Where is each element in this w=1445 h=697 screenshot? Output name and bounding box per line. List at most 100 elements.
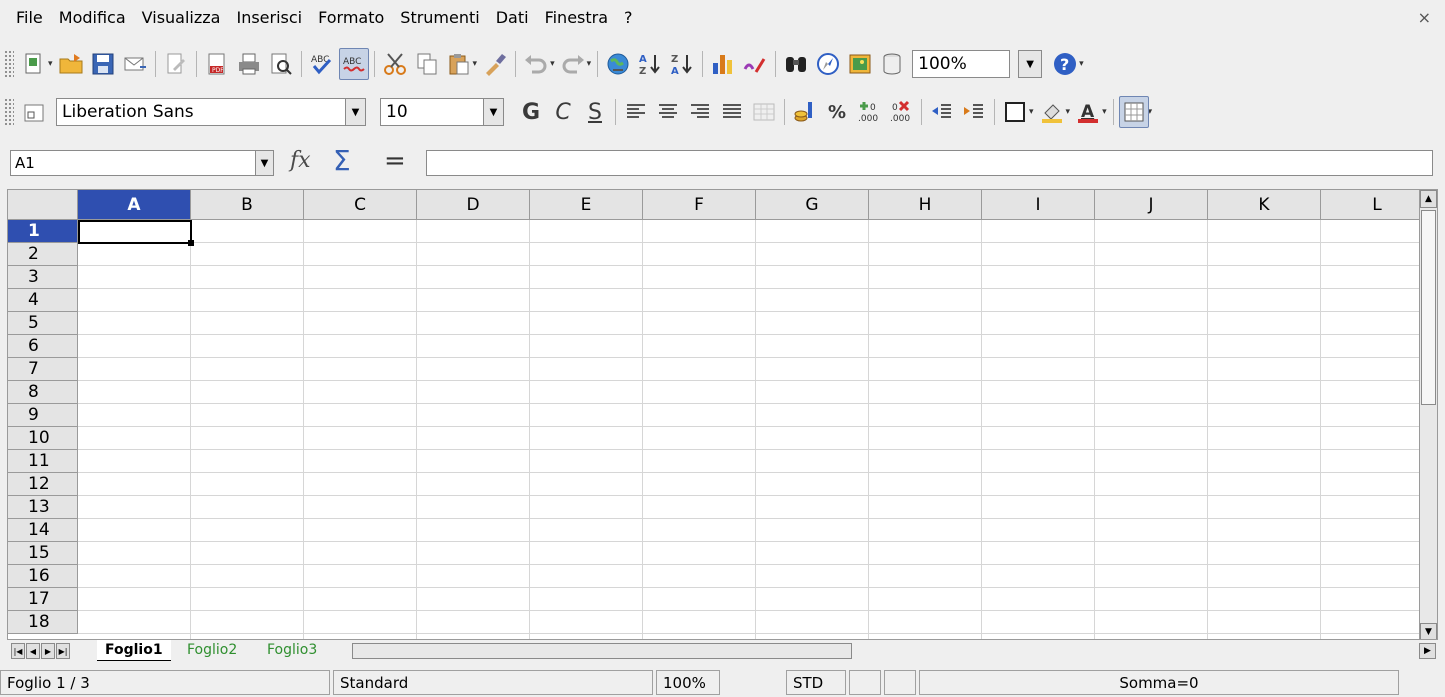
add-decimal-icon[interactable]: 0.000: [854, 96, 884, 128]
select-all-corner[interactable]: [8, 190, 78, 220]
insert-chart-icon[interactable]: [708, 48, 738, 80]
menu-strumenti[interactable]: Strumenti: [392, 0, 487, 36]
email-icon[interactable]: [120, 48, 150, 80]
cut-icon[interactable]: [380, 48, 410, 80]
active-cell-cursor[interactable]: [78, 220, 192, 244]
status-signature[interactable]: [884, 670, 916, 695]
bold-button[interactable]: G: [516, 96, 546, 128]
autospellcheck-icon[interactable]: ABC: [338, 48, 369, 80]
row-header[interactable]: 6: [8, 335, 78, 358]
row-header[interactable]: 12: [8, 473, 78, 496]
redo-icon[interactable]: [558, 48, 588, 80]
chevron-down-icon[interactable]: ▼: [483, 99, 503, 125]
draw-functions-icon[interactable]: [740, 48, 770, 80]
toolbar-grip[interactable]: [4, 50, 14, 78]
find-replace-icon[interactable]: [781, 48, 811, 80]
align-right-icon[interactable]: [685, 96, 715, 128]
row-header[interactable]: 9: [8, 404, 78, 427]
menu-visualizza[interactable]: Visualizza: [134, 0, 229, 36]
row-header[interactable]: 4: [8, 289, 78, 312]
sum-icon[interactable]: Σ: [333, 144, 351, 177]
gallery-icon[interactable]: [845, 48, 875, 80]
row-header[interactable]: 7: [8, 358, 78, 381]
zoom-combo[interactable]: 100%: [912, 50, 1011, 78]
percent-format-button[interactable]: %: [822, 96, 852, 128]
decrease-indent-icon[interactable]: [927, 96, 957, 128]
increase-indent-icon[interactable]: [959, 96, 989, 128]
chevron-down-icon[interactable]: ▼: [345, 99, 365, 125]
print-preview-icon[interactable]: [266, 48, 296, 80]
copy-icon[interactable]: [412, 48, 442, 80]
chevron-down-icon[interactable]: ▼: [255, 151, 273, 175]
prev-sheet-icon[interactable]: ◀: [26, 643, 40, 659]
zoom-status[interactable]: 100%: [656, 670, 720, 695]
justify-icon[interactable]: [717, 96, 747, 128]
row-header[interactable]: 1: [8, 220, 78, 243]
help-icon[interactable]: ?: [1050, 48, 1080, 80]
page-style[interactable]: Standard: [333, 670, 653, 695]
row-header[interactable]: 11: [8, 450, 78, 473]
column-header[interactable]: J: [1095, 190, 1208, 220]
menu-dati[interactable]: Dati: [488, 0, 537, 36]
menu-help[interactable]: ?: [616, 0, 641, 36]
align-center-icon[interactable]: [653, 96, 683, 128]
function-wizard-icon[interactable]: fx: [290, 148, 311, 173]
vertical-scrollbar[interactable]: ▲ ▼: [1419, 190, 1437, 639]
align-left-icon[interactable]: [621, 96, 651, 128]
row-header[interactable]: 10: [8, 427, 78, 450]
scroll-thumb[interactable]: [1421, 210, 1436, 405]
navigator-icon[interactable]: [813, 48, 843, 80]
formula-input[interactable]: [426, 150, 1433, 176]
column-header[interactable]: K: [1208, 190, 1321, 220]
export-pdf-icon[interactable]: PDF: [202, 48, 232, 80]
hyperlink-icon[interactable]: [603, 48, 633, 80]
last-sheet-icon[interactable]: ▶|: [56, 643, 70, 659]
italic-button[interactable]: C: [548, 96, 578, 128]
next-sheet-icon[interactable]: ▶: [41, 643, 55, 659]
font-size-combo[interactable]: 10 ▼: [380, 98, 504, 126]
fill-handle[interactable]: [188, 240, 194, 246]
grid-lines-icon[interactable]: [1118, 96, 1149, 128]
column-header[interactable]: H: [869, 190, 982, 220]
row-header[interactable]: 18: [8, 611, 78, 634]
merge-cells-icon[interactable]: [749, 96, 779, 128]
zoom-dropdown-button[interactable]: ▼: [1018, 50, 1043, 78]
column-header[interactable]: G: [756, 190, 869, 220]
row-header[interactable]: 2: [8, 243, 78, 266]
sort-ascending-icon[interactable]: AZ: [635, 48, 665, 80]
paste-icon[interactable]: [444, 48, 474, 80]
sort-descending-icon[interactable]: ZA: [667, 48, 697, 80]
menu-inserisci[interactable]: Inserisci: [228, 0, 310, 36]
row-header[interactable]: 13: [8, 496, 78, 519]
selection-mode[interactable]: STD: [786, 670, 846, 695]
column-header[interactable]: D: [417, 190, 530, 220]
horizontal-scrollbar[interactable]: [352, 643, 852, 659]
row-header[interactable]: 14: [8, 519, 78, 542]
name-box[interactable]: A1 ▼: [10, 150, 274, 176]
row-header[interactable]: 17: [8, 588, 78, 611]
menu-finestra[interactable]: Finestra: [537, 0, 616, 36]
row-header[interactable]: 8: [8, 381, 78, 404]
column-header[interactable]: F: [643, 190, 756, 220]
toolbar-grip[interactable]: [4, 98, 14, 126]
scroll-up-icon[interactable]: ▲: [1420, 190, 1437, 208]
column-header[interactable]: C: [304, 190, 417, 220]
row-header[interactable]: 15: [8, 542, 78, 565]
row-header[interactable]: 16: [8, 565, 78, 588]
sheet-tab-foglio3[interactable]: Foglio3: [259, 640, 325, 661]
row-header[interactable]: 5: [8, 312, 78, 335]
menu-formato[interactable]: Formato: [310, 0, 392, 36]
column-header[interactable]: B: [191, 190, 304, 220]
close-document-icon[interactable]: ×: [1418, 8, 1431, 27]
scroll-down-icon[interactable]: ▼: [1420, 623, 1437, 639]
edit-file-icon[interactable]: [161, 48, 191, 80]
background-color-icon[interactable]: [1037, 96, 1067, 128]
column-header[interactable]: A: [78, 190, 191, 220]
underline-button[interactable]: S: [580, 96, 610, 128]
font-color-icon[interactable]: A: [1073, 96, 1103, 128]
column-header[interactable]: L: [1321, 190, 1434, 220]
font-name-combo[interactable]: Liberation Sans ▼: [56, 98, 366, 126]
undo-icon[interactable]: [521, 48, 551, 80]
column-header[interactable]: E: [530, 190, 643, 220]
new-document-icon[interactable]: [19, 48, 49, 80]
